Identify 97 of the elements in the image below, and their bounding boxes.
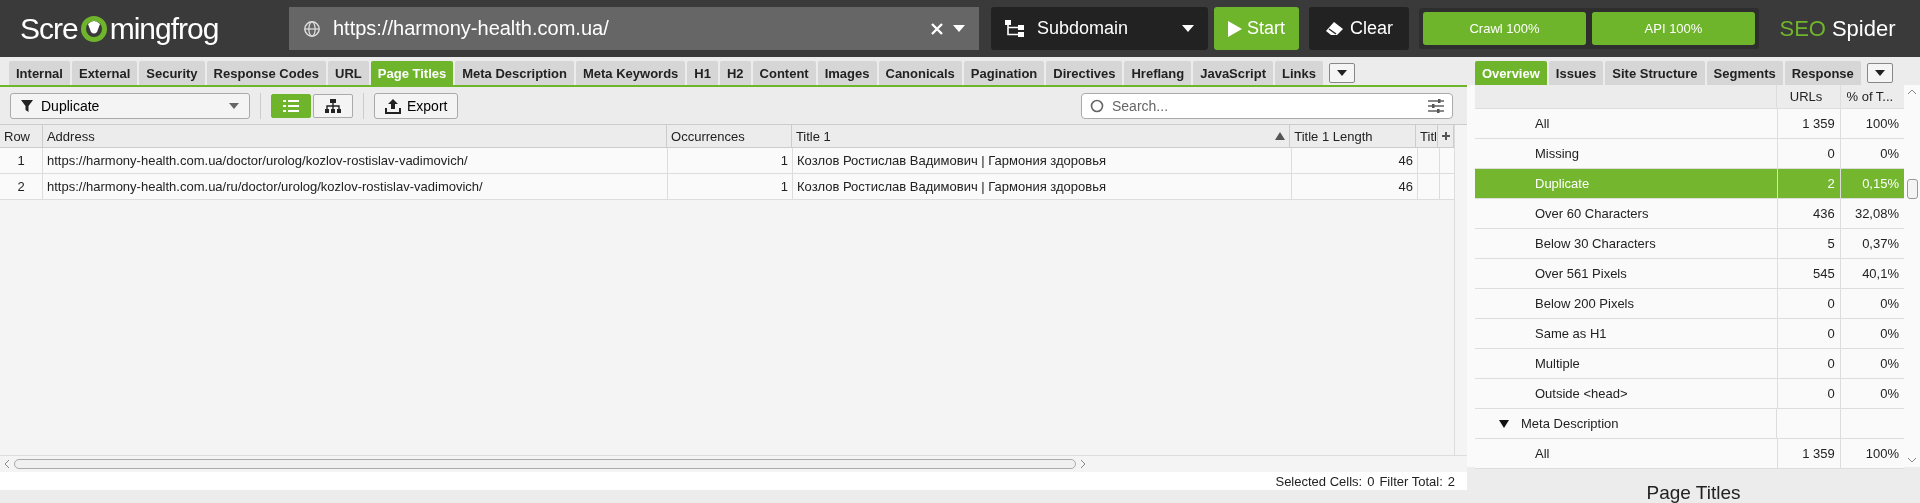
table-cell: 2 [17,179,25,194]
eraser-icon [1325,20,1345,37]
settings-icon[interactable] [1428,98,1444,113]
overview-row[interactable]: All 1 359 100% [1475,109,1904,139]
status-value: 2 [1447,473,1455,489]
table-cell: 1 [17,153,25,168]
tab[interactable]: External [71,61,138,85]
product-name: Spider [1831,15,1896,42]
overview-row[interactable]: Over 561 Pixels 545 40,1% [1475,259,1904,289]
overview-row[interactable]: Multiple 0 0% [1475,349,1904,379]
tab[interactable]: Meta Keywords [575,61,686,85]
tab[interactable]: JavaScript [1193,61,1273,85]
filter-icon [21,99,33,112]
overview-row[interactable]: Outside <head> 0 0% [1475,379,1904,409]
scrollbar-thumb[interactable] [1906,179,1918,199]
list-icon [283,99,299,112]
overview-row[interactable]: All 1 359 100% [1475,439,1904,469]
overview-row[interactable]: Same as H1 0 0% [1475,319,1904,349]
tab[interactable]: Response [1784,61,1861,85]
column-header[interactable]: Title 1 Length [1290,125,1417,147]
overview-row[interactable]: Over 60 Characters 436 32,08% [1475,199,1904,229]
logo-text: Scre [20,11,78,46]
column-header[interactable]: Row [0,125,43,147]
url-input[interactable]: https://harmony-health.com.ua/ [331,16,921,41]
scrollbar-thumb[interactable] [14,459,1076,469]
group-label[interactable]: Meta Description [1521,416,1619,431]
url-field[interactable]: https://harmony-health.com.ua/ [289,7,979,50]
tab[interactable]: Site Structure [1605,61,1705,85]
plus-icon [1441,132,1450,140]
status-value: 0 [1367,473,1375,489]
frog-icon [78,13,109,44]
table-cell: 46 [1398,179,1413,194]
tab[interactable]: H2 [719,61,751,85]
globe-icon [303,19,321,38]
caret-icon [1336,70,1347,76]
column-header[interactable]: % of T... [1846,89,1894,104]
column-header[interactable]: Address [42,125,668,147]
caret-icon[interactable] [953,24,965,33]
overview-row[interactable]: Below 200 Pixels 0 0% [1475,289,1904,319]
product-name: SEO [1779,15,1826,42]
logo-text: mingfrog [109,11,219,46]
table-cell: Козлов Ростислав Вадимович | Гармония здоровья [797,179,1106,194]
search-field[interactable]: Search... [1081,92,1453,119]
hierarchy-icon [325,98,341,113]
tab[interactable]: Directives [1046,61,1123,85]
progress-bar: Crawl 100% [1423,12,1586,45]
expand-icon[interactable] [1499,418,1509,429]
caret-icon [1874,70,1885,76]
tab[interactable]: Response Codes [206,61,327,85]
tab[interactable]: Meta Description [455,61,574,85]
tab[interactable]: URL [328,61,369,85]
tab[interactable]: Hreflang [1124,61,1192,85]
tab[interactable]: Segments [1706,61,1783,85]
tab[interactable]: Security [139,61,205,85]
column-header[interactable]: Title 1 [791,125,1291,147]
progress-bar: API 100% [1592,12,1755,45]
play-icon [1228,20,1242,37]
overview-row[interactable]: Missing 0 0% [1475,139,1904,169]
close-icon[interactable] [931,22,943,35]
scroll-down-icon[interactable] [1907,457,1917,463]
caret-icon [229,102,239,109]
scroll-right-icon[interactable] [1080,459,1086,469]
column-header[interactable]: Titl [1416,125,1438,147]
upload-icon [385,97,401,114]
panel-title: Page Titles [1646,482,1741,503]
more-tabs-button[interactable] [1328,63,1355,83]
table-cell: Козлов Ростислав Вадимович | Гармония здоровья [797,153,1106,168]
table-cell: https://harmony-health.com.ua/doctor/urolog/kozlov-rostislav-vadimovich/ [47,153,468,168]
tab[interactable]: Pagination [963,61,1045,85]
caret-icon [1182,24,1194,33]
tab[interactable]: Content [752,61,816,85]
circle-icon [1090,98,1104,113]
tree-view-button[interactable] [313,93,353,118]
clear-button[interactable]: Clear [1309,7,1409,50]
column-header[interactable]: URLs [1789,89,1823,104]
sort-arrow-icon[interactable] [1275,132,1286,140]
table-cell: 46 [1398,153,1413,168]
filter-dropdown[interactable]: Duplicate [10,92,250,119]
table-cell: https://harmony-health.com.ua/ru/doctor/urolog/kozlov-rostislav-vadimovich/ [47,179,483,194]
scroll-left-icon[interactable] [4,459,10,469]
tab[interactable]: Internal [9,61,70,85]
table-cell: 1 [780,179,788,194]
column-header[interactable]: Occurrences [667,125,792,147]
tab[interactable]: H1 [687,61,718,85]
scroll-up-icon[interactable] [1907,89,1917,95]
status-label: Filter Total: [1379,473,1443,489]
tab[interactable]: Issues [1548,61,1604,85]
overview-row[interactable]: Below 30 Characters 5 0,37% [1475,229,1904,259]
tab[interactable]: Images [817,61,877,85]
mode-dropdown[interactable]: Subdomain [991,7,1208,50]
export-button[interactable]: Export [374,92,459,119]
tab[interactable]: Links [1274,61,1323,85]
hierarchy-icon [1005,19,1025,38]
more-tabs-button[interactable] [1866,63,1893,83]
status-label: Selected Cells: [1275,473,1363,489]
tab[interactable]: Canonicals [878,61,962,85]
table-cell: 1 [780,153,788,168]
